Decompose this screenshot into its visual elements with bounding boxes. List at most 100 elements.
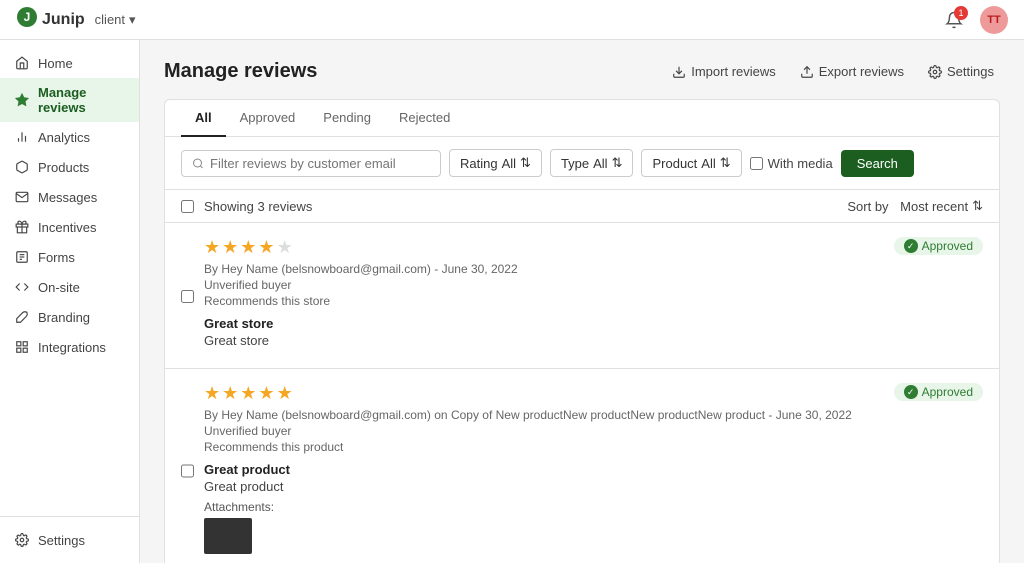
client-selector[interactable]: client ▾ xyxy=(95,12,136,28)
attachment-thumbnail[interactable] xyxy=(204,518,252,554)
star-1: ★ xyxy=(204,383,220,404)
sidebar-item-messages[interactable]: Messages xyxy=(0,182,139,212)
review-checkbox[interactable] xyxy=(181,239,194,354)
brush-icon xyxy=(14,309,30,325)
star-4: ★ xyxy=(258,237,274,258)
sidebar-item-label: Home xyxy=(38,56,73,71)
settings-button[interactable]: Settings xyxy=(922,60,1000,83)
sidebar: Home Manage reviews Analytics Products M… xyxy=(0,40,140,563)
showing-row: Showing 3 reviews Sort by Most recent ⇅ xyxy=(165,190,999,223)
form-icon xyxy=(14,249,30,265)
import-reviews-button[interactable]: Import reviews xyxy=(666,60,782,83)
star-2: ★ xyxy=(222,237,238,258)
product-filter[interactable]: Product All ⇅ xyxy=(641,149,741,177)
star-4: ★ xyxy=(258,383,274,404)
star-2: ★ xyxy=(222,383,238,404)
review-content: Great product xyxy=(204,479,983,494)
review-body: ★ ★ ★ ★ ★ ✓ Approved By Hey Name (belsno… xyxy=(204,383,983,557)
notifications-button[interactable]: 1 xyxy=(940,6,968,34)
star-1: ★ xyxy=(204,237,220,258)
chevron-icon: ⇅ xyxy=(520,155,531,171)
search-filter[interactable] xyxy=(181,150,441,177)
sidebar-item-on-site[interactable]: On-site xyxy=(0,272,139,302)
with-media-label: With media xyxy=(768,156,833,171)
sidebar-item-home[interactable]: Home xyxy=(0,48,139,78)
logo-icon: J xyxy=(16,6,38,33)
chevron-down-icon: ▾ xyxy=(129,12,136,28)
product-value: All xyxy=(701,156,715,171)
product-label: Product xyxy=(652,156,697,171)
with-media-filter[interactable]: With media xyxy=(750,156,833,171)
sidebar-item-label: On-site xyxy=(38,280,80,295)
type-label: Type xyxy=(561,156,589,171)
type-filter[interactable]: Type All ⇅ xyxy=(550,149,634,177)
sidebar-item-branding[interactable]: Branding xyxy=(0,302,139,332)
rating-label: Rating xyxy=(460,156,498,171)
main-content: Manage reviews Import reviews Export rev… xyxy=(140,40,1024,563)
bar-chart-icon xyxy=(14,129,30,145)
tab-rejected[interactable]: Rejected xyxy=(385,100,464,137)
status-label: Approved xyxy=(922,385,973,399)
user-avatar[interactable]: TT xyxy=(980,6,1008,34)
sidebar-item-incentives[interactable]: Incentives xyxy=(0,212,139,242)
sidebar-item-label: Manage reviews xyxy=(38,85,125,115)
page-header: Manage reviews Import reviews Export rev… xyxy=(164,60,1000,83)
attachments-label: Attachments: xyxy=(204,500,983,514)
review-meta: By Hey Name (belsnowboard@gmail.com) on … xyxy=(204,408,983,422)
review-recommends: Recommends this store xyxy=(204,294,983,308)
review-title: Great store xyxy=(204,316,983,331)
select-all-checkbox[interactable] xyxy=(181,200,194,213)
sidebar-item-integrations[interactable]: Integrations xyxy=(0,332,139,362)
tabs: All Approved Pending Rejected xyxy=(165,100,999,137)
box-icon xyxy=(14,159,30,175)
chevron-icon: ⇅ xyxy=(720,155,731,171)
star-rating: ★ ★ ★ ★ ★ xyxy=(204,383,293,404)
sidebar-item-label: Incentives xyxy=(38,220,97,235)
sidebar-item-products[interactable]: Products xyxy=(0,152,139,182)
chevron-icon: ⇅ xyxy=(972,198,983,214)
app-logo: J Junip xyxy=(16,6,85,33)
notification-badge: 1 xyxy=(954,6,968,20)
app-name: Junip xyxy=(42,11,85,29)
tab-all[interactable]: All xyxy=(181,100,226,137)
svg-text:J: J xyxy=(24,10,31,24)
export-reviews-button[interactable]: Export reviews xyxy=(794,60,910,83)
sidebar-item-label: Settings xyxy=(38,533,85,548)
sort-value: Most recent xyxy=(900,199,968,214)
sidebar-item-label: Products xyxy=(38,160,89,175)
sidebar-item-label: Forms xyxy=(38,250,75,265)
export-reviews-label: Export reviews xyxy=(819,64,904,79)
mail-icon xyxy=(14,189,30,205)
rating-filter[interactable]: Rating All ⇅ xyxy=(449,149,542,177)
search-icon xyxy=(192,157,204,170)
sort-label: Sort by xyxy=(847,199,888,214)
search-button[interactable]: Search xyxy=(841,150,914,177)
review-card: ★ ★ ★ ★ ★ ✓ Approved By Hey Name (belsno… xyxy=(165,369,999,563)
star-5: ★ xyxy=(277,237,293,258)
topbar-icons: 1 TT xyxy=(940,6,1008,34)
review-recommends: Recommends this product xyxy=(204,440,983,454)
star-5: ★ xyxy=(277,383,293,404)
star-rating: ★ ★ ★ ★ ★ xyxy=(204,237,293,258)
sidebar-item-settings[interactable]: Settings xyxy=(0,525,139,555)
review-content: Great store xyxy=(204,333,983,348)
sidebar-item-label: Analytics xyxy=(38,130,90,145)
review-top: ★ ★ ★ ★ ★ ✓ Approved xyxy=(204,237,983,258)
reviews-container: All Approved Pending Rejected Rating All… xyxy=(164,99,1000,563)
sidebar-item-forms[interactable]: Forms xyxy=(0,242,139,272)
main-layout: Home Manage reviews Analytics Products M… xyxy=(0,40,1024,563)
sidebar-item-label: Branding xyxy=(38,310,90,325)
star-3: ★ xyxy=(240,237,256,258)
home-icon xyxy=(14,55,30,71)
tab-approved[interactable]: Approved xyxy=(226,100,310,137)
star-icon xyxy=(14,92,30,108)
tab-pending[interactable]: Pending xyxy=(309,100,385,137)
sort-selector[interactable]: Sort by Most recent ⇅ xyxy=(847,198,983,214)
sidebar-item-manage-reviews[interactable]: Manage reviews xyxy=(0,78,139,122)
sidebar-item-analytics[interactable]: Analytics xyxy=(0,122,139,152)
gear-icon xyxy=(14,532,30,548)
with-media-checkbox[interactable] xyxy=(750,157,763,170)
review-checkbox[interactable] xyxy=(181,385,194,557)
status-badge: ✓ Approved xyxy=(894,383,983,401)
search-input[interactable] xyxy=(210,156,430,171)
